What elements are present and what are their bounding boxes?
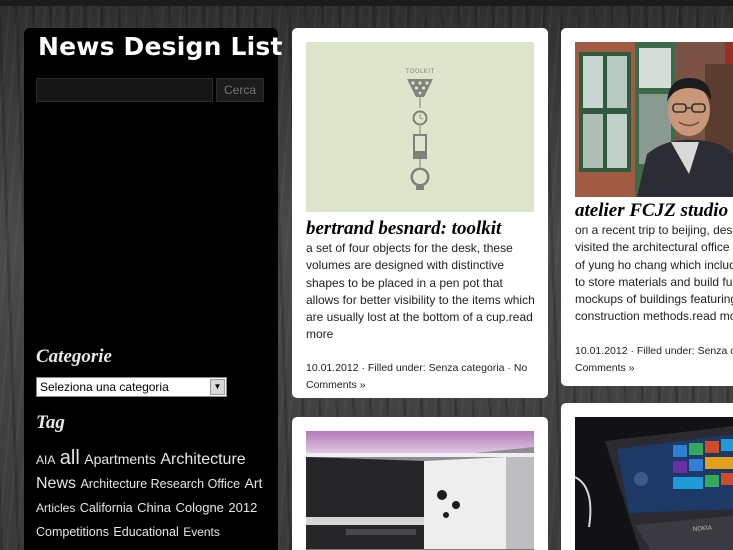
category-select[interactable]: Seleziona una categoria ▼ [36,377,227,397]
post-excerpt: on a recent trip to beijing, desig visit… [575,222,733,326]
tag-link[interactable]: 2012 [228,500,257,515]
post-image-tablet[interactable]: NOKIA [575,417,733,550]
post-date: 10.01.2012 [306,362,359,374]
tag-link[interactable]: Cologne [175,500,223,515]
post-meta-line[interactable]: 10.01.2012 · Filled under: Senza cate [575,343,733,360]
excerpt-line: mockups of buildings featuring [575,292,733,307]
tag-link[interactable]: Articles [36,501,75,515]
post-card: atelier FCJZ studio v on a recent trip t… [561,28,733,386]
tags-title: Tag [36,412,65,433]
tag-link[interactable]: AIA [36,453,55,467]
fcjz-photo [575,42,733,197]
post-title[interactable]: bertrand besnard: toolkit [306,218,501,240]
toolkit-illustration: TOOLKIT [404,68,434,190]
tag-link[interactable]: China [137,500,171,515]
post-card: TOOLKIT bertrand besnard: toolkit a set … [292,28,548,398]
chevron-down-icon[interactable]: ▼ [210,379,225,395]
tag-link[interactable]: Art [244,475,262,491]
tag-link[interactable]: News [36,475,76,492]
post-card: NOKIA [561,403,733,550]
tag-link[interactable]: Architecture Research Office [80,477,240,491]
post-image-toolkit[interactable]: TOOLKIT [306,42,534,212]
post-image-fcjz[interactable] [575,42,733,197]
tag-link[interactable]: California [80,501,133,515]
post-comments-link[interactable]: Comments » [575,360,733,377]
search-button[interactable]: Cerca [216,78,264,102]
tag-link[interactable]: Apartments [84,451,156,467]
site-title[interactable]: News Design List [38,32,283,61]
sidebar: News Design List Cerca Categorie Selezio… [24,28,282,550]
toolkit-label: TOOLKIT [404,68,434,75]
post-excerpt-text: a set of four objects for the desk, thes… [306,241,535,325]
tag-cloud: AIA all Apartments Architecture News Arc… [36,447,272,544]
search-input[interactable] [36,78,213,102]
excerpt-line: of yung ho chang which include [575,257,733,272]
post-category-link[interactable]: Senza categoria [429,362,505,374]
tag-link[interactable]: Events [183,525,220,539]
post-meta: 10.01.2012 · Filled under: Senza cate Co… [575,343,733,377]
tablet-photo: NOKIA [575,417,733,550]
top-band [0,0,733,6]
post-image-interior[interactable] [306,431,534,550]
filed-label: Filled under: [367,362,426,374]
post-title[interactable]: atelier FCJZ studio v [575,200,733,222]
post-excerpt: a set of four objects for the desk, thes… [306,240,537,344]
tag-link[interactable]: Architecture [160,451,245,468]
post-meta: 10.01.2012 · Filled under: Senza categor… [306,362,528,391]
interior-photo [306,431,534,550]
excerpt-line: visited the architectural office a [575,240,733,255]
post-card [292,417,548,550]
excerpt-line: to store materials and build full [575,274,733,289]
excerpt-line[interactable]: construction methods.read mo [575,308,733,325]
tag-link[interactable]: all [60,447,80,469]
excerpt-line: on a recent trip to beijing, desig [575,223,733,237]
category-select-value: Seleziona una categoria [40,380,169,394]
tag-link[interactable]: Educational [113,525,178,539]
tag-link[interactable]: Competitions [36,525,109,539]
categories-title: Categorie [36,346,112,367]
